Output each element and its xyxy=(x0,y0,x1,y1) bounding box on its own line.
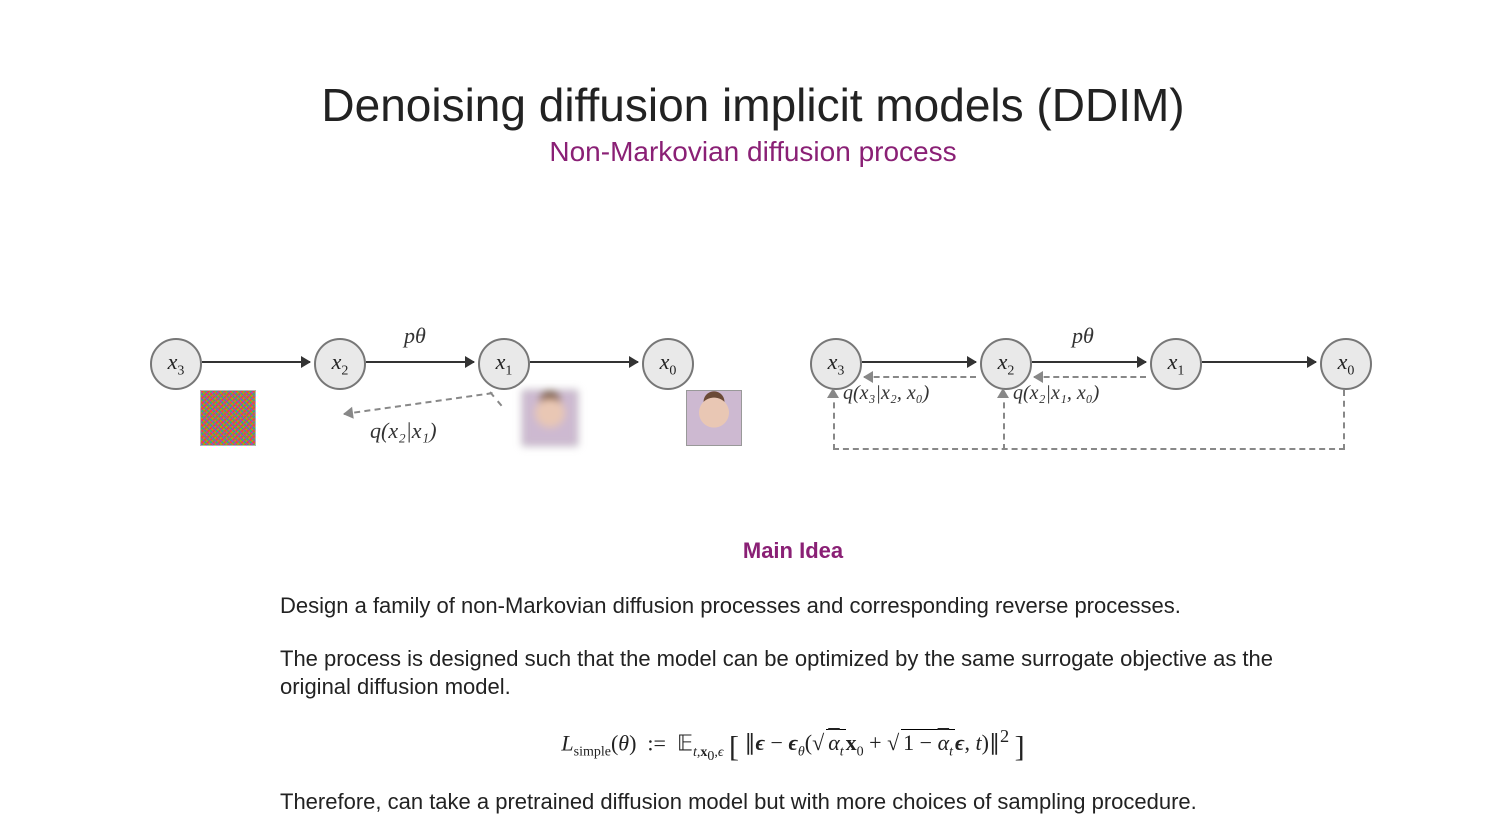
label-ptheta-left: pθ xyxy=(404,323,426,349)
node-right-x1: x1 xyxy=(1150,338,1202,390)
arrow-x1-x0-right xyxy=(1202,361,1316,363)
node-left-x0: x0 xyxy=(642,338,694,390)
node-left-x1: x1 xyxy=(478,338,530,390)
label-ptheta-right: pθ xyxy=(1072,323,1094,349)
dashed-arc-left-part2 xyxy=(489,391,502,406)
slide: Denoising diffusion implicit models (DDI… xyxy=(0,78,1506,839)
arrow-x3-x2-left xyxy=(202,361,310,363)
paragraph-1: Design a family of non-Markovian diffusi… xyxy=(280,592,1306,621)
arrow-x1-x0-left xyxy=(530,361,638,363)
node-right-x0: x0 xyxy=(1320,338,1372,390)
dashed-up-to-x3 xyxy=(833,392,835,450)
node-left-x2: x2 xyxy=(314,338,366,390)
dashed-arrowhead-x2 xyxy=(997,388,1009,398)
content-area: Main Idea Design a family of non-Markovi… xyxy=(280,538,1306,839)
dashed-bottom-rail xyxy=(833,448,1345,450)
thumb-face-icon xyxy=(686,390,742,446)
thumb-noise-icon xyxy=(200,390,256,446)
thumb-face-blur-icon xyxy=(522,390,578,446)
label-q-left: q(x₂|x₁) xyxy=(370,418,437,444)
dashed-up-to-x2 xyxy=(1003,392,1005,450)
dashed-arc-left-part1 xyxy=(344,392,493,415)
equation-lsimple: Lsimple(θ) := 𝔼t,x0,ϵ [ ϵ − ϵθ(αtx0 + 1 … xyxy=(280,726,1306,765)
label-q-right2: q(x₂|x₁, x₀) xyxy=(1013,382,1099,405)
dashed-arrowhead-x3 xyxy=(827,388,839,398)
node-left-x3: x3 xyxy=(150,338,202,390)
slide-subtitle: Non-Markovian diffusion process xyxy=(0,136,1506,168)
arrow-x3-x2-right xyxy=(862,361,976,363)
slide-title: Denoising diffusion implicit models (DDI… xyxy=(0,78,1506,132)
paragraph-3: Therefore, can take a pretrained diffusi… xyxy=(280,788,1306,817)
dashed-x1-to-x2 xyxy=(1034,376,1146,378)
label-q-right1: q(x₃|x₂, x₀) xyxy=(843,382,929,405)
main-idea-heading: Main Idea xyxy=(280,538,1306,564)
arrow-x2-x1-left xyxy=(366,361,474,363)
dashed-x0-down xyxy=(1343,390,1345,450)
dashed-x2-to-x3 xyxy=(864,376,976,378)
diffusion-diagram: x3 x2 x1 x0 pθ q(x₂|x₁) x3 x2 x1 x0 pθ q… xyxy=(0,308,1506,488)
arrow-x2-x1-right xyxy=(1032,361,1146,363)
paragraph-2: The process is designed such that the mo… xyxy=(280,645,1306,702)
